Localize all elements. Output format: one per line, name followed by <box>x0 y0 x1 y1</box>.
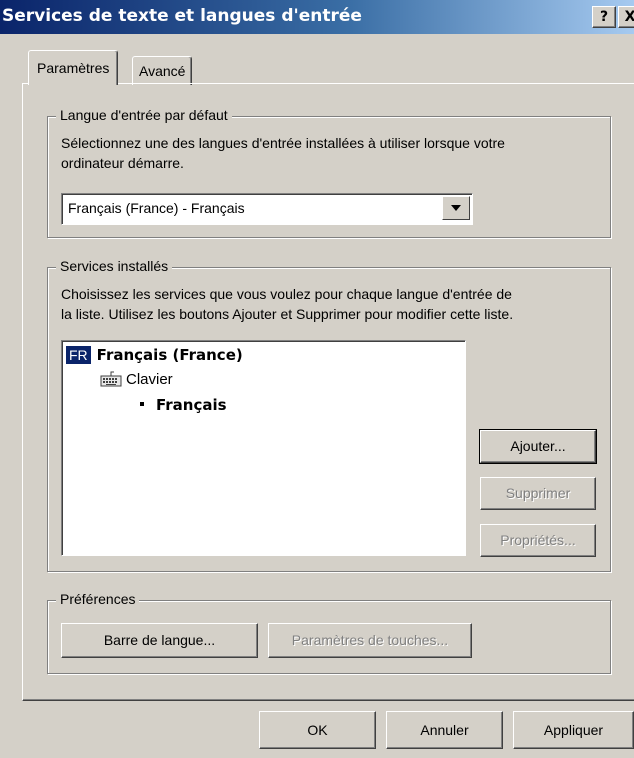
tab-panel <box>22 83 634 701</box>
apply-button[interactable]: Appliquer <box>513 711 634 749</box>
window-title: Services de texte et langues d'entrée <box>2 6 362 26</box>
ok-button[interactable]: OK <box>259 711 376 749</box>
help-button[interactable]: ? <box>592 6 616 28</box>
close-button[interactable]: X <box>618 6 634 28</box>
cancel-button[interactable]: Annuler <box>386 711 503 749</box>
title-bar[interactable]: Services de texte et langues d'entrée ? … <box>0 0 634 34</box>
tab-parametres[interactable]: Paramètres <box>28 50 119 85</box>
tab-avance[interactable]: Avancé <box>132 56 193 85</box>
